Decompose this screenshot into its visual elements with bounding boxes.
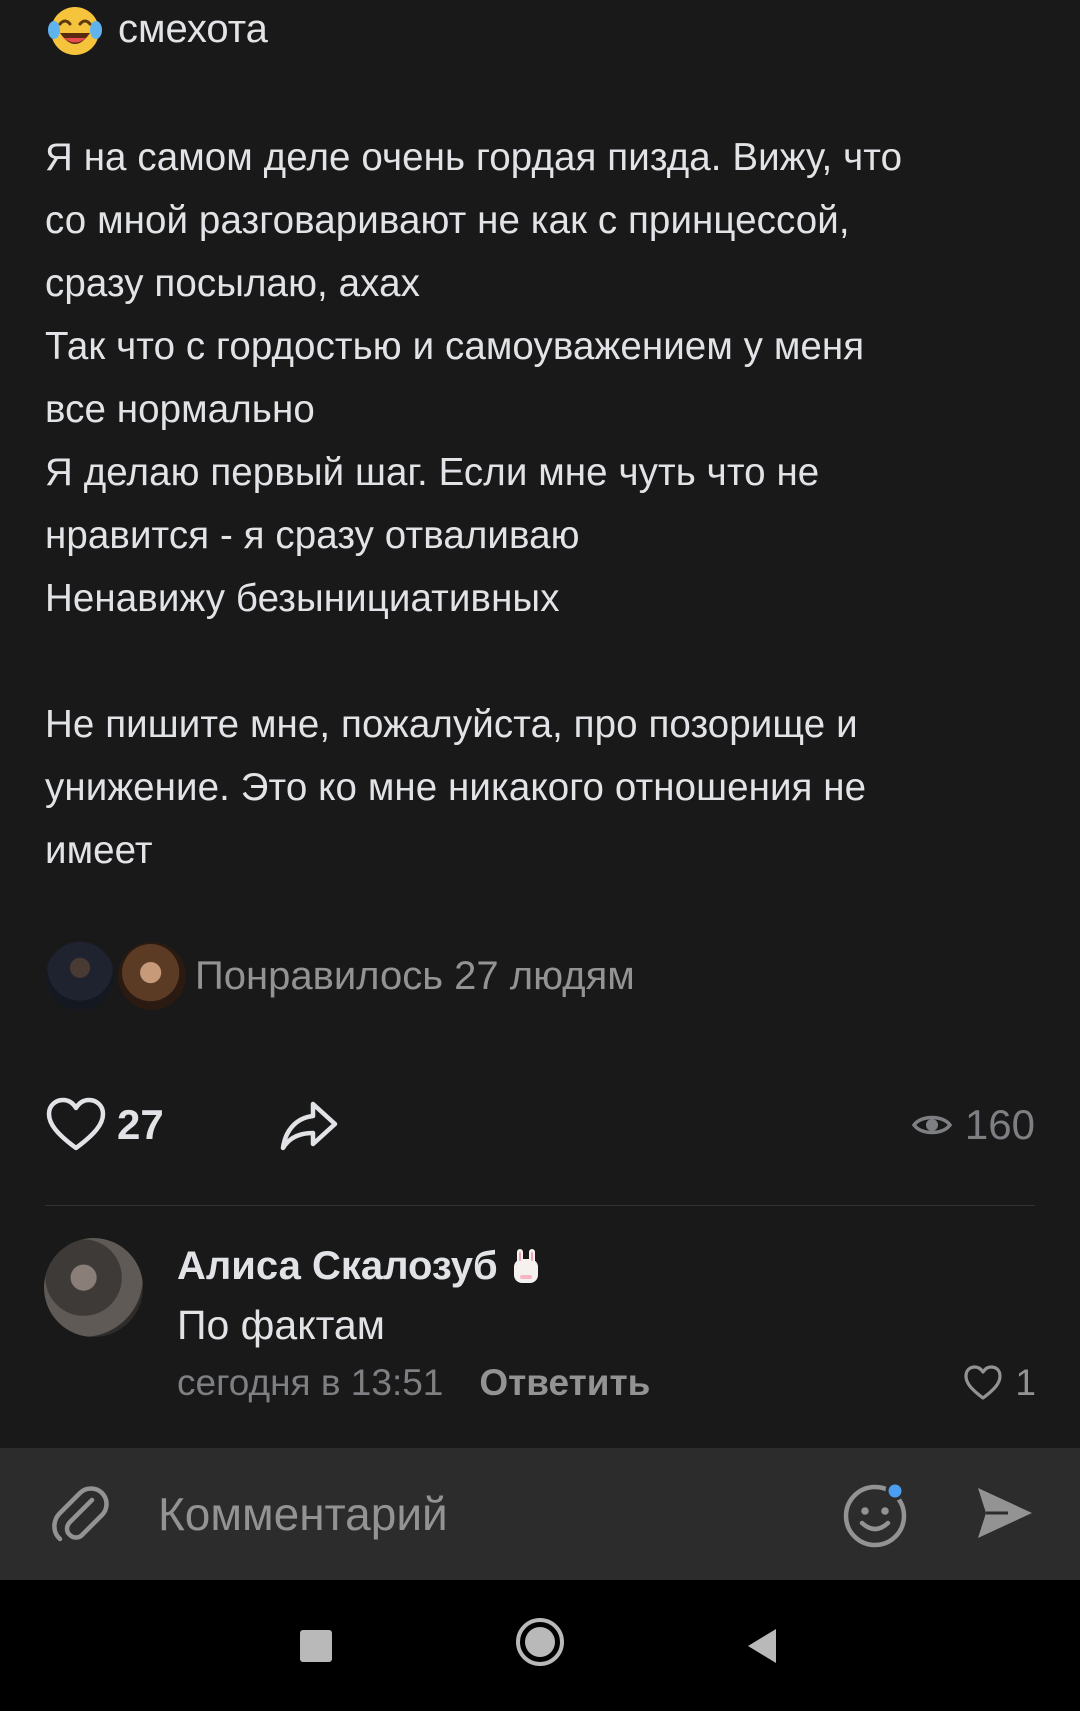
share-icon[interactable] [277,1094,341,1158]
liker-avatars [43,936,193,1016]
system-navigation-bar [0,1580,1080,1711]
like-button[interactable]: 27 [45,1090,164,1160]
laughing-tears-emoji-icon [48,7,102,55]
eye-icon [911,1115,953,1135]
comment-input[interactable] [158,1478,798,1550]
comment-timestamp: сегодня в 13:51 [177,1362,444,1403]
home-icon[interactable] [514,1616,566,1668]
avatar[interactable] [44,1238,143,1337]
comment-author-name: Алиса Скалозуб [177,1244,498,1288]
likes-summary-text: Понравилось 27 людям [195,953,635,998]
comment-meta: сегодня в 13:51 Ответить [177,1362,650,1404]
heart-icon [964,1365,1003,1400]
paperclip-icon[interactable] [48,1482,112,1546]
heart-icon [46,1097,106,1151]
comment-like-button[interactable]: 1 [963,1362,1036,1404]
likes-summary[interactable]: Понравилось 27 людям [43,936,635,1016]
views-counter: 160 [911,1090,1035,1160]
reply-button[interactable]: Ответить [479,1362,650,1404]
like-count: 27 [117,1101,164,1148]
send-icon[interactable] [974,1482,1036,1544]
bunny-hand-badge-icon [513,1248,538,1283]
comment-text: По фактам [177,1302,385,1348]
comment-author[interactable]: Алиса Скалозуб [177,1244,546,1289]
comment-like-count: 1 [1015,1362,1036,1403]
back-icon[interactable] [744,1626,780,1666]
post-actions: 27 160 [45,1090,1035,1160]
avatar [43,939,117,1013]
post-text: Я на самом деле очень гордая пизда. Вижу… [45,136,903,872]
divider [45,1205,1035,1206]
reaction-label: смехота [118,6,268,51]
avatar [115,939,189,1013]
recent-apps-icon[interactable] [300,1630,332,1662]
comment-item: Алиса Скалозуб По фактам сегодня в 13:51… [44,1238,1036,1418]
views-count: 160 [964,1101,1035,1148]
emoji-icon[interactable] [842,1478,912,1550]
comment-compose-bar [0,1448,1080,1580]
reaction-line: смехота [46,0,268,58]
post-view: смехота Я на самом деле очень гордая пиз… [0,0,1080,1448]
